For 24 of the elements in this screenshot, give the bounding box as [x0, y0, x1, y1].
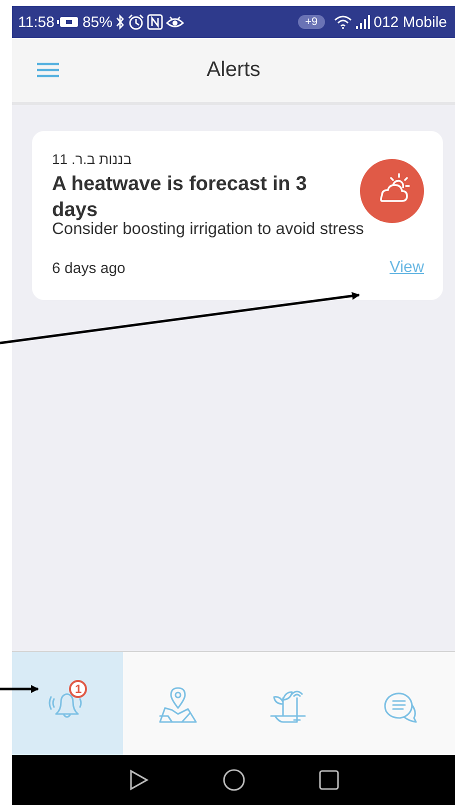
clock: 11:58 — [18, 14, 54, 30]
alert-location: בננות ב.ר. 11 — [52, 151, 132, 167]
alarm-icon — [128, 14, 144, 30]
screen-title: Alerts — [206, 58, 262, 82]
notification-badge: 1 — [69, 680, 88, 698]
notification-count: +9 — [298, 15, 325, 29]
view-link[interactable]: View — [390, 259, 424, 277]
nav-tab[interactable]: 1 — [12, 652, 123, 755]
weather-icon — [360, 159, 424, 223]
alert-title: A heatwave is forecast in 3 days — [52, 172, 308, 222]
annotation-arrow — [0, 685, 39, 693]
bluetooth-icon — [115, 14, 126, 30]
recents-button-icon — [318, 769, 340, 791]
battery-icon — [57, 16, 80, 28]
carrier-name: 012 Mobile — [374, 14, 447, 30]
nfc-icon — [147, 14, 164, 30]
alert-message: Consider boosting irrigation to avoid stress — [52, 220, 365, 239]
home-button-icon — [222, 768, 246, 792]
signal-icon — [354, 15, 371, 29]
wifi-icon — [334, 15, 352, 29]
back-button-icon — [128, 769, 150, 791]
alert-age: 6 days ago — [52, 260, 126, 276]
battery-level: 85% — [82, 14, 112, 30]
eye-icon — [166, 14, 184, 30]
